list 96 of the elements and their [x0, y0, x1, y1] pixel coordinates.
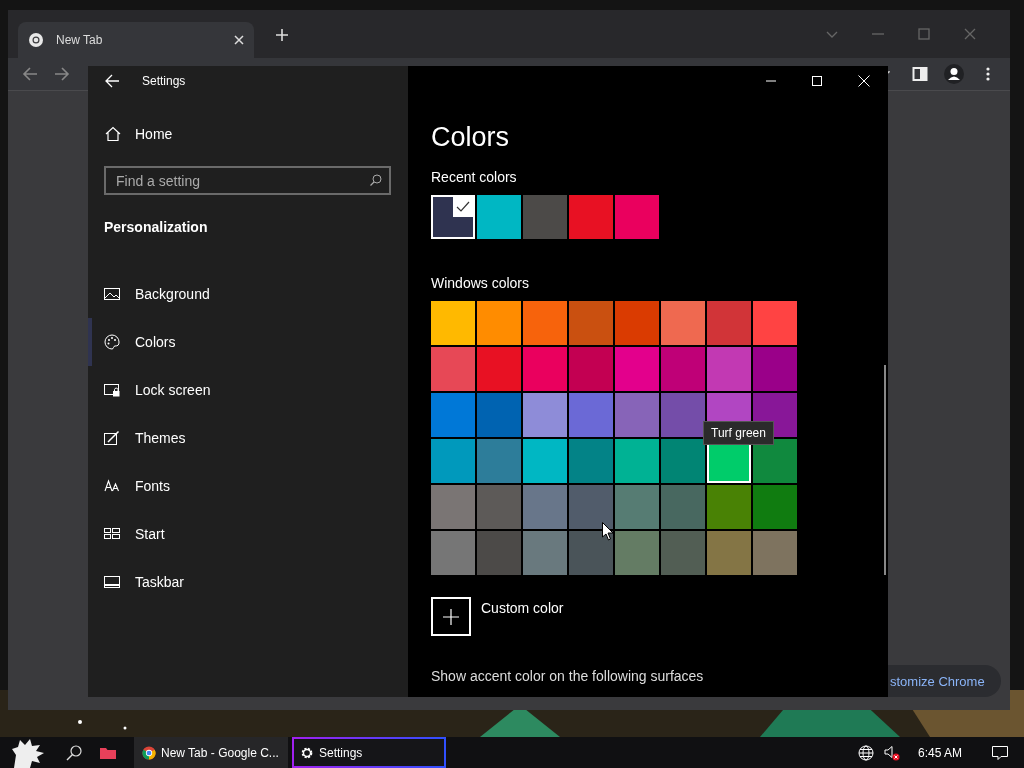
search-field[interactable]: Find a setting — [104, 166, 391, 195]
color-swatch[interactable] — [431, 347, 475, 391]
color-swatch[interactable] — [615, 531, 659, 575]
color-swatch[interactable] — [523, 195, 567, 239]
color-swatch[interactable] — [753, 301, 797, 345]
tab-title: New Tab — [56, 33, 104, 47]
taskbar-app-button[interactable]: Settings — [292, 737, 446, 768]
color-swatch[interactable] — [615, 301, 659, 345]
color-swatch[interactable] — [661, 439, 705, 483]
color-swatch[interactable] — [615, 195, 659, 239]
color-swatch[interactable] — [569, 301, 613, 345]
color-swatch[interactable] — [707, 531, 751, 575]
color-swatch[interactable] — [661, 301, 705, 345]
lock-screen-icon — [104, 382, 120, 398]
color-swatch[interactable] — [569, 531, 613, 575]
color-swatch[interactable] — [523, 439, 567, 483]
color-swatch[interactable] — [569, 439, 613, 483]
palette-icon — [104, 334, 120, 350]
color-swatch[interactable] — [431, 393, 475, 437]
custom-color-button[interactable] — [431, 597, 471, 636]
mouse-pointer-icon — [602, 522, 614, 541]
color-swatch[interactable] — [707, 347, 751, 391]
globe-icon[interactable] — [857, 744, 874, 761]
color-swatch[interactable] — [753, 347, 797, 391]
speaker-muted-icon[interactable] — [883, 744, 900, 761]
chrome-logo-icon — [142, 745, 156, 760]
nav-item[interactable]: Themes — [88, 414, 408, 462]
browser-tab[interactable]: New Tab — [18, 22, 254, 58]
taskbar-app-button[interactable]: New Tab - Google C... — [134, 737, 288, 768]
tooltip: Turf green — [703, 421, 774, 445]
section-heading: Show accent color on the following surfaces — [431, 668, 705, 684]
recent-colors-label: Recent colors — [431, 169, 518, 185]
color-swatch[interactable] — [431, 531, 475, 575]
notification-icon[interactable] — [992, 744, 1008, 761]
color-swatch[interactable] — [431, 485, 475, 529]
window-title: Settings — [142, 74, 186, 88]
picture-icon — [104, 286, 120, 302]
color-swatch[interactable] — [523, 531, 567, 575]
home-icon — [105, 126, 121, 142]
color-swatch[interactable] — [523, 301, 567, 345]
gear-icon — [300, 745, 314, 760]
color-swatch[interactable] — [615, 347, 659, 391]
color-swatch[interactable] — [477, 393, 521, 437]
color-swatch[interactable] — [707, 485, 751, 529]
color-swatch[interactable] — [569, 347, 613, 391]
nav-item[interactable]: Lock screen — [88, 366, 408, 414]
dragon-logo-icon[interactable] — [10, 737, 46, 768]
font-icon — [104, 478, 120, 494]
color-swatch[interactable] — [569, 393, 613, 437]
color-swatch[interactable] — [477, 347, 521, 391]
color-swatch[interactable] — [477, 485, 521, 529]
clock[interactable]: 6:45 AM — [917, 745, 962, 760]
side-panel-icon[interactable] — [912, 66, 928, 82]
windows-colors-label: Windows colors — [431, 275, 531, 291]
home-nav-item[interactable]: Home — [88, 122, 408, 146]
color-swatch[interactable] — [661, 393, 705, 437]
color-swatch[interactable] — [753, 485, 797, 529]
color-swatch[interactable] — [707, 301, 751, 345]
color-swatch[interactable] — [615, 393, 659, 437]
color-swatch[interactable] — [431, 301, 475, 345]
color-swatch[interactable] — [523, 393, 567, 437]
nav-item[interactable]: Fonts — [88, 462, 408, 510]
color-swatch[interactable] — [569, 195, 613, 239]
profile-icon[interactable] — [944, 64, 964, 84]
scrollbar[interactable] — [884, 365, 886, 575]
color-swatch[interactable] — [661, 347, 705, 391]
nav-item[interactable]: Start — [88, 510, 408, 558]
color-swatch[interactable] — [661, 531, 705, 575]
search-icon — [370, 174, 382, 186]
color-swatch[interactable] — [477, 439, 521, 483]
color-swatch[interactable] — [569, 485, 613, 529]
color-swatch[interactable] — [615, 485, 659, 529]
color-swatch[interactable] — [615, 439, 659, 483]
color-swatch[interactable] — [523, 485, 567, 529]
color-swatch[interactable] — [477, 195, 521, 239]
page-title: Colors — [431, 122, 511, 153]
color-swatch[interactable] — [753, 531, 797, 575]
forward-arrow-icon[interactable] — [54, 66, 70, 82]
color-swatch[interactable] — [661, 485, 705, 529]
custom-color-label: Custom color — [481, 600, 564, 616]
taskbar-icon — [104, 574, 120, 590]
color-swatch[interactable] — [431, 439, 475, 483]
color-swatch[interactable] — [523, 347, 567, 391]
plus-icon — [443, 608, 459, 625]
search-icon[interactable] — [66, 744, 82, 761]
color-swatch[interactable] — [753, 439, 797, 483]
section-heading: Personalization — [104, 219, 209, 235]
new-tab-icon[interactable] — [276, 29, 288, 41]
color-swatch[interactable] — [477, 301, 521, 345]
brush-icon — [104, 430, 120, 446]
start-tiles-icon — [104, 526, 120, 542]
color-swatch[interactable] — [477, 531, 521, 575]
chrome-logo-icon — [28, 32, 44, 48]
color-swatch[interactable] — [431, 195, 475, 239]
nav-item[interactable]: Taskbar — [88, 558, 408, 606]
nav-item[interactable]: Background — [88, 270, 408, 318]
